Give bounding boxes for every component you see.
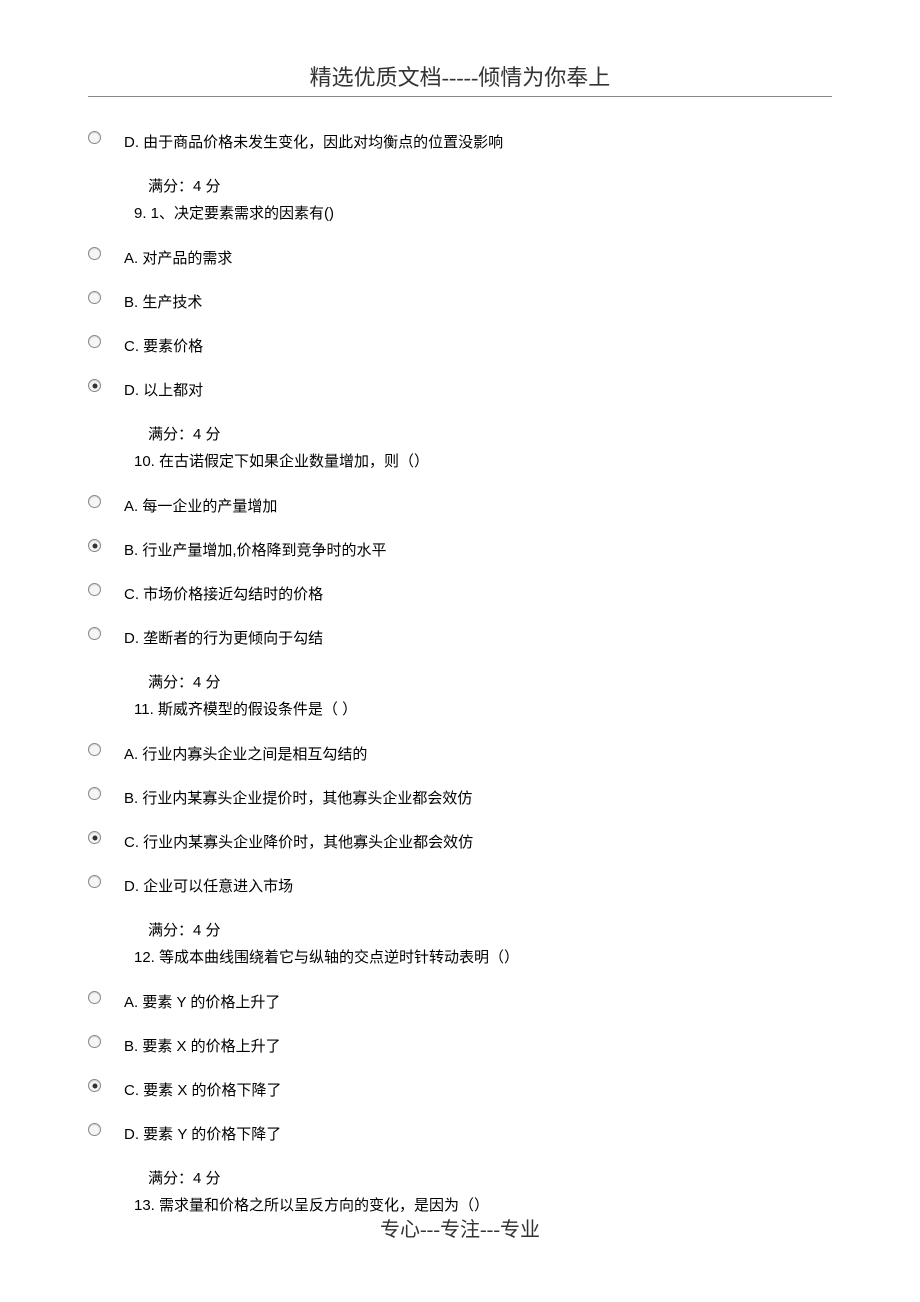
q11-option-c-row: C. 行业内某寡头企业降价时，其他寡头企业都会效仿 — [88, 829, 832, 855]
q11-option-b-row: B. 行业内某寡头企业提价时，其他寡头企业都会效仿 — [88, 785, 832, 811]
q12-score: 满分：4 分 — [148, 1165, 832, 1192]
radio-icon[interactable] — [88, 743, 101, 756]
header-divider — [88, 96, 832, 97]
question-11-block: A. 行业内寡头企业之间是相互勾结的 B. 行业内某寡头企业提价时，其他寡头企业… — [88, 741, 832, 971]
q9-option-d-row: D. 以上都对 — [88, 377, 832, 403]
q9-option-d-text: D. 以上都对 — [124, 377, 832, 403]
q9-score: 满分：4 分 — [148, 421, 832, 448]
q12-option-a-text: A. 要素 Y 的价格上升了 — [124, 989, 832, 1015]
q10-option-a-row: A. 每一企业的产量增加 — [88, 493, 832, 519]
radio-icon[interactable] — [88, 291, 101, 304]
content-area: D. 由于商品价格未发生变化，因此对均衡点的位置没影响 满分：4 分 9. 1、… — [88, 129, 832, 1219]
radio-icon[interactable] — [88, 495, 101, 508]
q10-option-c-text: C. 市场价格接近勾结时的价格 — [124, 581, 832, 607]
q8-option-d-row: D. 由于商品价格未发生变化，因此对均衡点的位置没影响 — [88, 129, 832, 155]
q10-option-d-row: D. 垄断者的行为更倾向于勾结 — [88, 625, 832, 651]
page-container: 精选优质文档-----倾情为你奉上 D. 由于商品价格未发生变化，因此对均衡点的… — [0, 0, 920, 1259]
question-10-block: A. 每一企业的产量增加 B. 行业产量增加,价格降到竞争时的水平 C. 市场价… — [88, 493, 832, 723]
radio-icon-selected[interactable] — [88, 1079, 101, 1092]
q10-option-d-text: D. 垄断者的行为更倾向于勾结 — [124, 625, 832, 651]
q9-option-c-row: C. 要素价格 — [88, 333, 832, 359]
question-9-block: A. 对产品的需求 B. 生产技术 C. 要素价格 D. 以上都对 满分：4 分… — [88, 245, 832, 475]
q12-option-c-row: C. 要素 X 的价格下降了 — [88, 1077, 832, 1103]
q10-score: 满分：4 分 — [148, 669, 832, 696]
radio-icon[interactable] — [88, 787, 101, 800]
q11-option-d-row: D. 企业可以任意进入市场 — [88, 873, 832, 899]
q11-option-a-row: A. 行业内寡头企业之间是相互勾结的 — [88, 741, 832, 767]
q8-option-d-text: D. 由于商品价格未发生变化，因此对均衡点的位置没影响 — [124, 129, 832, 155]
q11-score: 满分：4 分 — [148, 917, 832, 944]
q12-prompt: 12. 等成本曲线围绕着它与纵轴的交点逆时针转动表明（） — [134, 944, 832, 971]
radio-icon-selected[interactable] — [88, 539, 101, 552]
q12-option-b-row: B. 要素 X 的价格上升了 — [88, 1033, 832, 1059]
q10-option-b-text: B. 行业产量增加,价格降到竞争时的水平 — [124, 537, 832, 563]
radio-icon[interactable] — [88, 991, 101, 1004]
radio-icon[interactable] — [88, 1123, 101, 1136]
radio-icon[interactable] — [88, 1035, 101, 1048]
page-footer: 专心---专注---专业 — [0, 1213, 920, 1242]
page-header-title: 精选优质文档-----倾情为你奉上 — [88, 60, 832, 92]
q12-option-a-row: A. 要素 Y 的价格上升了 — [88, 989, 832, 1015]
q12-option-c-text: C. 要素 X 的价格下降了 — [124, 1077, 832, 1103]
q10-prompt: 10. 在古诺假定下如果企业数量增加，则（） — [134, 448, 832, 475]
q9-option-a-row: A. 对产品的需求 — [88, 245, 832, 271]
q10-option-c-row: C. 市场价格接近勾结时的价格 — [88, 581, 832, 607]
q12-option-d-row: D. 要素 Y 的价格下降了 — [88, 1121, 832, 1147]
q9-prompt: 9. 1、决定要素需求的因素有() — [134, 200, 832, 227]
q11-option-d-text: D. 企业可以任意进入市场 — [124, 873, 832, 899]
q11-option-a-text: A. 行业内寡头企业之间是相互勾结的 — [124, 741, 832, 767]
q9-option-c-text: C. 要素价格 — [124, 333, 832, 359]
q12-option-b-text: B. 要素 X 的价格上升了 — [124, 1033, 832, 1059]
radio-icon[interactable] — [88, 335, 101, 348]
radio-icon[interactable] — [88, 131, 101, 144]
q11-option-c-text: C. 行业内某寡头企业降价时，其他寡头企业都会效仿 — [124, 829, 832, 855]
q9-option-b-text: B. 生产技术 — [124, 289, 832, 315]
radio-icon[interactable] — [88, 247, 101, 260]
radio-icon[interactable] — [88, 627, 101, 640]
radio-icon-selected[interactable] — [88, 379, 101, 392]
q12-option-d-text: D. 要素 Y 的价格下降了 — [124, 1121, 832, 1147]
q8-score: 满分：4 分 — [148, 173, 832, 200]
radio-icon[interactable] — [88, 875, 101, 888]
q9-option-a-text: A. 对产品的需求 — [124, 245, 832, 271]
q10-option-b-row: B. 行业产量增加,价格降到竞争时的水平 — [88, 537, 832, 563]
q9-option-b-row: B. 生产技术 — [88, 289, 832, 315]
q11-option-b-text: B. 行业内某寡头企业提价时，其他寡头企业都会效仿 — [124, 785, 832, 811]
question-12-block: A. 要素 Y 的价格上升了 B. 要素 X 的价格上升了 C. 要素 X 的价… — [88, 989, 832, 1219]
question-8-block: D. 由于商品价格未发生变化，因此对均衡点的位置没影响 满分：4 分 9. 1、… — [88, 129, 832, 227]
q10-option-a-text: A. 每一企业的产量增加 — [124, 493, 832, 519]
radio-icon[interactable] — [88, 583, 101, 596]
radio-icon-selected[interactable] — [88, 831, 101, 844]
q11-prompt: 11. 斯威齐模型的假设条件是（ ） — [134, 696, 832, 723]
